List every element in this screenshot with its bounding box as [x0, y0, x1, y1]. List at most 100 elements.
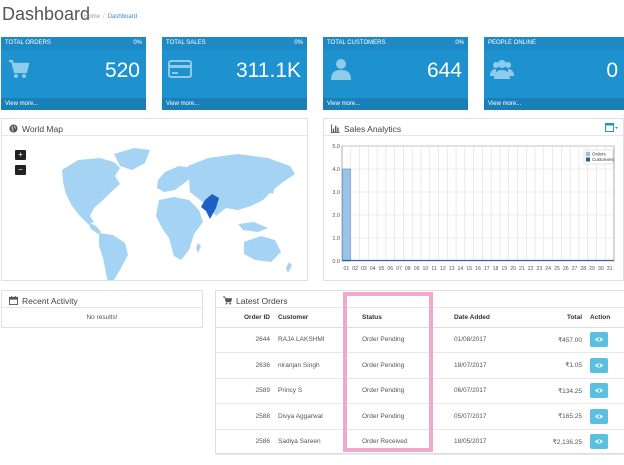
map-north-america [62, 158, 120, 224]
globe-icon [9, 124, 18, 133]
tile-view-more-link[interactable]: View more... [484, 98, 624, 110]
x-tick-label: 19 [501, 266, 507, 272]
x-tick-label: 07 [396, 266, 402, 272]
order-id-cell: 2586 [216, 429, 274, 455]
bar-orders-01 [342, 168, 351, 262]
status-column-highlight [343, 292, 433, 452]
eye-icon [595, 388, 603, 393]
order-id-cell: 2588 [216, 403, 274, 430]
panel-heading: Sales Analytics [324, 119, 623, 136]
x-tick-label: 15 [466, 266, 472, 272]
tile-title: PEOPLE ONLINE [488, 40, 537, 46]
bar-chart-icon [331, 124, 340, 134]
column-header-total[interactable]: Total [536, 309, 586, 328]
action-cell [586, 327, 624, 353]
page-title: Dashboard [2, 4, 91, 24]
eye-icon [595, 363, 603, 368]
breadcrumb-separator: / [103, 14, 105, 20]
map-africa [156, 197, 203, 260]
x-tick-label: 17 [484, 266, 490, 272]
sales-chart: 5.0 4.0 3.0 2.0 1.0 0.001 02 03 04 05 06 07 08 09 10 11… [332, 144, 615, 272]
x-tick-label: 22 [528, 266, 534, 272]
map-greenland [114, 148, 150, 170]
breadcrumb: Home / Dashboard [84, 14, 137, 20]
x-tick-label: 04 [370, 266, 376, 272]
view-order-button[interactable] [590, 383, 608, 399]
tile-view-more-link[interactable]: View more... [1, 98, 146, 110]
map-south-america [99, 233, 128, 280]
x-tick-label: 21 [519, 266, 525, 272]
panel-heading: World Map [2, 119, 307, 136]
action-cell [586, 429, 624, 455]
eye-icon [595, 337, 603, 342]
tile-title: TOTAL ORDERS [5, 40, 51, 46]
x-tick-label: 27 [572, 266, 578, 272]
tile-total-orders: TOTAL ORDERS 0% 520 View more... [1, 37, 146, 110]
breadcrumb-dashboard[interactable]: Dashboard [108, 14, 137, 20]
total-cell: ₹165.25 [536, 403, 586, 430]
date-added-cell: 18/07/2017 [444, 352, 536, 379]
action-cell [586, 352, 624, 379]
column-header-date-added[interactable]: Date Added [444, 309, 536, 328]
panel-title: World Map [22, 123, 63, 134]
column-header-customer[interactable]: Customer [274, 309, 352, 328]
x-tick-label: 29 [589, 266, 595, 272]
y-tick-label: 4.0 [332, 167, 340, 173]
cart-icon [9, 59, 30, 78]
world-land [62, 148, 295, 280]
x-tick-label: 02 [352, 266, 358, 272]
tile-value: 520 [104, 59, 140, 82]
view-order-button[interactable] [590, 408, 608, 424]
map-indonesia [238, 222, 268, 232]
legend-label-orders: Orders [592, 152, 607, 157]
tile-percent: 0% [133, 40, 142, 46]
action-cell [586, 378, 624, 404]
x-tick-label: 18 [493, 266, 499, 272]
y-tick-label: 2.0 [332, 213, 340, 219]
view-order-button[interactable] [590, 332, 608, 348]
world-map-panel: World Map + − [1, 118, 308, 281]
recent-activity-panel: Recent Activity No results! [1, 290, 203, 328]
x-tick-label: 24 [545, 266, 551, 272]
view-order-button[interactable] [590, 357, 608, 373]
action-cell [586, 403, 624, 430]
y-tick-label: 0.0 [332, 259, 340, 265]
x-tick-label: 31 [607, 266, 613, 272]
calendar-icon [9, 296, 18, 306]
sales-analytics-panel: Sales Analytics 5.0 4.0 3.0 2.0 1.0 0.0 01 02 03… [323, 118, 624, 281]
user-icon [331, 59, 351, 80]
credit-card-icon [168, 60, 192, 78]
y-tick-label: 1.0 [332, 236, 340, 242]
date-added-cell: 18/05/2017 [444, 429, 536, 455]
eye-icon [595, 414, 603, 419]
x-tick-label: 28 [580, 266, 586, 272]
tile-title: TOTAL CUSTOMERS [327, 40, 386, 46]
map-madagascar [196, 243, 201, 253]
calendar-dropdown-icon[interactable] [605, 122, 619, 132]
x-tick-label: 20 [510, 266, 516, 272]
view-order-button[interactable] [590, 434, 608, 450]
tile-value: 644 [426, 59, 462, 82]
tile-percent: 0% [455, 40, 464, 46]
plot-area [341, 145, 615, 262]
x-tick-label: 23 [537, 266, 543, 272]
total-cell: ₹457.00 [536, 327, 586, 353]
customer-cell: Princy S [274, 378, 352, 404]
breadcrumb-home[interactable]: Home [84, 14, 100, 20]
column-header-order-id[interactable]: Order ID [216, 309, 274, 328]
date-added-cell: 06/07/2017 [444, 378, 536, 404]
tile-view-more-link[interactable]: View more... [162, 98, 307, 110]
map-australia [244, 236, 281, 262]
users-icon [490, 60, 514, 79]
y-tick-label: 3.0 [332, 190, 340, 196]
legend-swatch-customers [585, 157, 591, 162]
tile-view-more-link[interactable]: View more... [323, 98, 468, 110]
tile-heading: TOTAL ORDERS 0% [1, 37, 146, 50]
x-tick-label: 16 [475, 266, 481, 272]
order-id-cell: 2636 [216, 352, 274, 379]
x-tick-label: 03 [361, 266, 367, 272]
column-header-action: Action [586, 309, 624, 328]
world-map[interactable] [2, 137, 307, 280]
customer-cell: Sadiya Sareen [274, 429, 352, 455]
tile-percent: 0% [294, 40, 303, 46]
